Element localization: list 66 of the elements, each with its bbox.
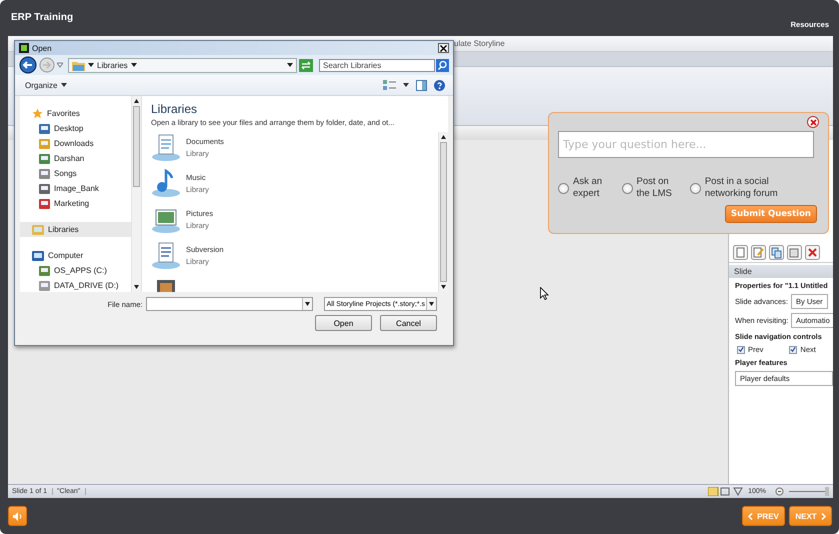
scroll-up-icon[interactable] <box>134 99 139 103</box>
question-field[interactable]: Type your question here... <box>558 131 814 158</box>
nav-item[interactable]: Songs <box>20 166 131 181</box>
caret-icon <box>61 83 68 87</box>
checkbox[interactable] <box>789 346 798 354</box>
nav-item[interactable]: Downloads <box>20 136 131 151</box>
caret-icon[interactable] <box>429 302 434 306</box>
nav-item[interactable]: OS_APPS (C:) <box>20 263 131 278</box>
speaker-icon <box>12 512 22 520</box>
nav-item[interactable]: Computer <box>20 248 131 263</box>
search-icon[interactable] <box>436 58 449 72</box>
radio-button[interactable] <box>558 182 569 194</box>
cancel-button[interactable]: Cancel <box>380 315 437 331</box>
copy-icon[interactable] <box>769 244 784 260</box>
scroll-down-icon[interactable] <box>134 285 139 289</box>
music-note-icon <box>151 168 181 198</box>
document-icon <box>151 240 181 270</box>
nav-item[interactable]: Image_Bank <box>20 181 131 196</box>
libraries-heading: Libraries <box>151 102 198 116</box>
zoom-out-icon[interactable] <box>775 487 785 496</box>
monitor-icon <box>32 250 44 260</box>
scroll-down-icon[interactable] <box>441 285 446 289</box>
caret-icon[interactable] <box>403 83 409 87</box>
caret-icon[interactable] <box>304 302 310 306</box>
document-icon <box>151 132 181 162</box>
zoom-slider[interactable] <box>789 487 829 496</box>
chevron-left-icon <box>748 512 754 520</box>
radio-button[interactable] <box>690 182 701 194</box>
close-button[interactable] <box>438 43 449 53</box>
file-name-field[interactable] <box>146 297 313 311</box>
option-label: Post on the LMS <box>636 176 673 200</box>
nav-item[interactable]: Libraries <box>20 222 131 237</box>
nav-item[interactable]: Favorites <box>20 106 131 121</box>
page-icon[interactable] <box>733 244 748 260</box>
option-label: Post in a social networking forum <box>704 176 779 200</box>
view-icon[interactable] <box>708 487 744 496</box>
address-path[interactable]: Libraries <box>97 60 128 70</box>
back-icon[interactable] <box>19 56 37 74</box>
course-title: ERP Training <box>11 12 74 25</box>
view-options-icon[interactable] <box>383 80 396 90</box>
app-icon <box>19 43 29 53</box>
option-label: Ask an expert <box>573 176 604 200</box>
organize-menu[interactable]: Organize <box>25 80 68 90</box>
refresh-icon[interactable] <box>299 58 313 72</box>
audio-button[interactable] <box>8 506 27 526</box>
cursor-icon <box>540 287 549 300</box>
search-field[interactable]: Search Libraries <box>319 58 435 72</box>
edit-icon[interactable] <box>751 244 766 260</box>
open-button[interactable]: Open <box>315 315 372 331</box>
nav-item[interactable]: Marketing <box>20 196 131 211</box>
preview-pane-icon[interactable] <box>416 80 427 90</box>
scrollbar[interactable] <box>131 96 141 292</box>
panel-header: Slide <box>729 265 833 278</box>
help-icon[interactable] <box>434 80 445 90</box>
nav-item[interactable]: Darshan <box>20 151 131 166</box>
nav-item[interactable]: Desktop <box>20 121 131 136</box>
app-title: ulate Storyline <box>454 39 505 48</box>
dialog-title: Open <box>32 44 52 52</box>
scrollbar[interactable] <box>438 132 448 292</box>
checkbox[interactable] <box>737 346 745 354</box>
radio-button[interactable] <box>622 182 632 194</box>
delete-icon[interactable] <box>805 244 820 260</box>
nav-item[interactable]: DATA_DRIVE (D:) <box>20 278 131 292</box>
star-icon <box>32 108 43 119</box>
chevron-right-icon <box>820 512 826 520</box>
paste-icon[interactable] <box>787 244 802 260</box>
